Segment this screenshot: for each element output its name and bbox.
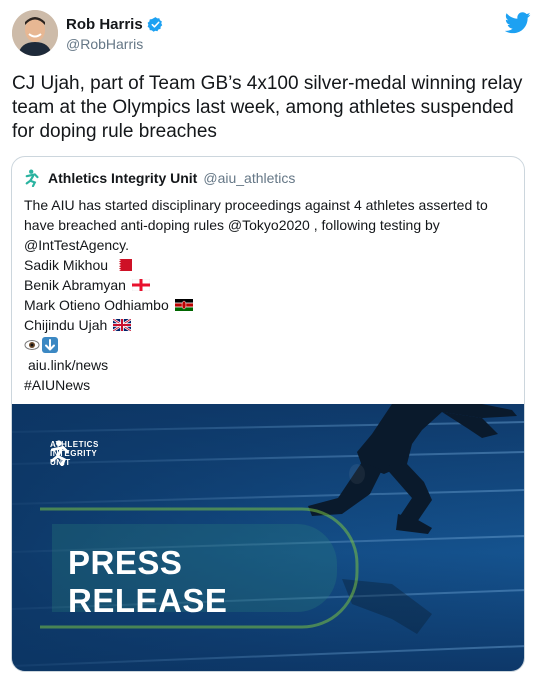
author-display-name[interactable]: Rob Harris	[66, 16, 143, 33]
verified-badge-icon	[147, 17, 162, 32]
quoted-tweet[interactable]: Athletics Integrity Unit @aiu_athletics …	[11, 156, 525, 672]
twitter-bird-icon[interactable]	[505, 12, 531, 34]
author-names: Rob Harris @RobHarris	[66, 16, 164, 52]
avatar[interactable]	[12, 10, 58, 56]
press-release-image[interactable]: ATHLETICS INTEGRITY UNIT PRESS RELEASE	[12, 404, 524, 671]
athlete-name: Chijindu Ujah	[24, 317, 108, 333]
quoted-link[interactable]: aiu.link/news	[24, 355, 512, 375]
aiu-brand: ATHLETICS INTEGRITY UNIT	[50, 440, 99, 467]
aiu-runner-logo-icon	[50, 440, 69, 466]
athlete-line: Chijindu Ujah	[24, 315, 512, 335]
press-line: PRESS	[68, 544, 183, 581]
press-line: RELEASE	[68, 582, 228, 619]
tweet-text: CJ Ujah, part of Team GB’s 4x100 silver-…	[12, 73, 523, 142]
athlete-line: Sadik Mikhou	[24, 255, 512, 275]
quoted-handle[interactable]: @aiu_athletics	[203, 170, 295, 186]
quoted-hashtag[interactable]: #AIUNews	[24, 375, 512, 395]
tweet-header: Rob Harris @RobHarris	[12, 10, 531, 60]
down-arrow-emoji-icon	[42, 337, 58, 353]
author-display-name-row[interactable]: Rob Harris	[66, 16, 164, 33]
author-handle[interactable]: @RobHarris	[66, 36, 164, 52]
georgia-flag-icon	[131, 279, 150, 291]
kenya-flag-icon	[174, 299, 193, 311]
athlete-name: Mark Otieno Odhiambo	[24, 297, 169, 313]
quoted-intro: The AIU has started disciplinary proceed…	[24, 197, 488, 253]
athlete-name: Sadik Mikhou	[24, 257, 109, 273]
quoted-display-name[interactable]: Athletics Integrity Unit	[48, 170, 197, 186]
emoji-row	[24, 335, 512, 355]
athlete-line: Benik Abramyan	[24, 275, 512, 295]
athlete-line: Mark Otieno Odhiambo	[24, 295, 512, 315]
uk-flag-icon	[113, 319, 132, 331]
quoted-body: The AIU has started disciplinary proceed…	[24, 195, 512, 395]
tweet-card: Rob Harris @RobHarris CJ Ujah, part of T…	[0, 0, 543, 690]
press-release-title: PRESS RELEASE	[68, 544, 227, 620]
aiu-logo-icon	[25, 169, 39, 187]
quoted-header: Athletics Integrity Unit @aiu_athletics	[24, 169, 295, 187]
athlete-name: Benik Abramyan	[24, 277, 126, 293]
bahrain-flag-icon	[114, 259, 133, 271]
eye-emoji-icon	[24, 340, 40, 350]
